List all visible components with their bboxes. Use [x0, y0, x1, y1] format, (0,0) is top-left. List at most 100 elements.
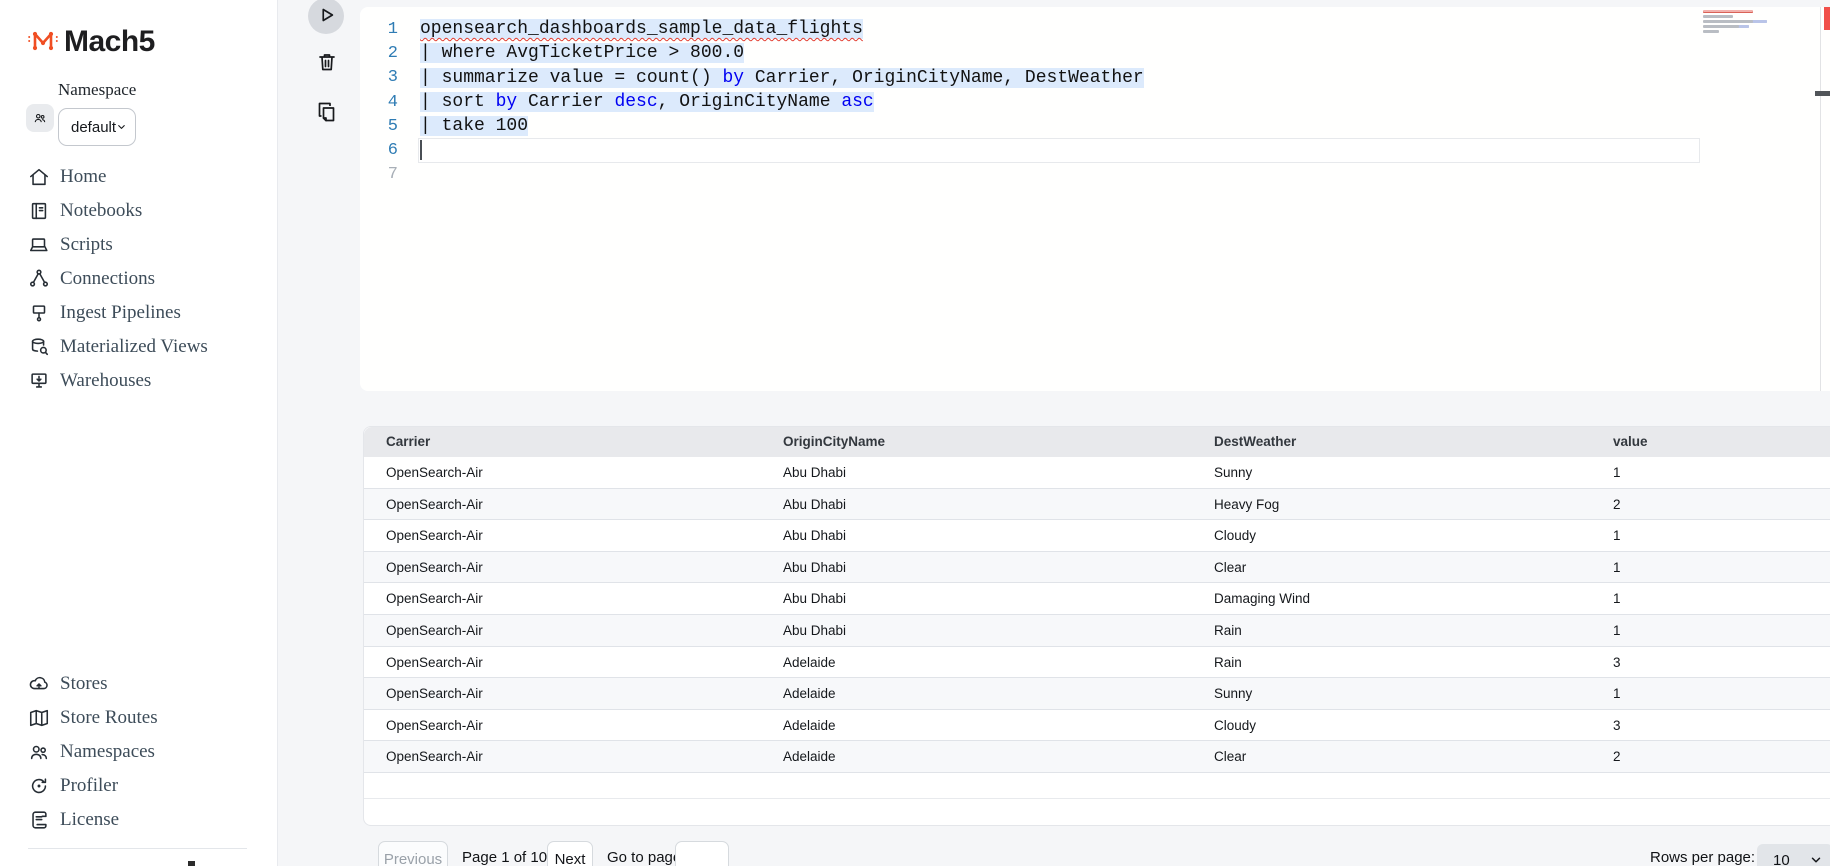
- code-text: opensearch_dashboards_sample_data_flight…: [420, 19, 863, 40]
- goto-page-input[interactable]: [675, 841, 729, 866]
- copy-query-button[interactable]: [315, 100, 339, 124]
- code-line-6[interactable]: 6: [360, 138, 1830, 163]
- code-text: | take 100: [420, 116, 529, 137]
- code-line-4[interactable]: 4 | sort by Carrier desc, OriginCityName …: [360, 90, 1830, 114]
- table-body: OpenSearch-Air Abu Dhabi Sunny 1 OpenSearch-…: [364, 457, 1830, 773]
- table-cell: 2: [1613, 749, 1621, 765]
- code-line-7[interactable]: 7: [360, 163, 1830, 187]
- license-icon: [28, 809, 50, 831]
- sidebar-divider: [28, 848, 247, 849]
- table-cell: Heavy Fog: [1214, 496, 1280, 512]
- table-row[interactable]: OpenSearch-Air Abu Dhabi Heavy Fog 2: [364, 488, 1830, 521]
- code-token: | where AvgTicketPrice > 800.0: [420, 43, 745, 64]
- query-editor[interactable]: 1 opensearch_dashboards_sample_data_fligh…: [360, 7, 1830, 391]
- table-cell: Sunny: [1214, 465, 1253, 480]
- table-cell: 1: [1613, 622, 1621, 638]
- code-text: | where AvgTicketPrice > 800.0: [420, 43, 745, 64]
- table-row[interactable]: OpenSearch-Air Adelaide Clear 2: [364, 741, 1830, 773]
- rows-per-page-label: Rows per page:: [1650, 849, 1756, 866]
- column-header-origincityname[interactable]: OriginCityName: [761, 427, 1192, 457]
- sidebar-item-scripts[interactable]: Scripts: [0, 228, 278, 262]
- minimap-error-line: [1703, 10, 1753, 13]
- table-cell: Abu Dhabi: [783, 496, 847, 512]
- table-cell: Cloudy: [1214, 717, 1257, 733]
- editor-minimap[interactable]: [1703, 10, 1815, 106]
- code-line-2[interactable]: 2 | where AvgTicketPrice > 800.0: [360, 41, 1830, 65]
- code-line-3[interactable]: 3 | summarize value = count() by Carrier,…: [360, 66, 1830, 90]
- code-token: , OriginCityName: [657, 92, 842, 113]
- stores-icon: [28, 673, 50, 695]
- sidebar-item-materialized-views[interactable]: Materialized Views: [0, 330, 278, 364]
- namespace-select[interactable]: default: [58, 108, 136, 146]
- table-row[interactable]: OpenSearch-Air Abu Dhabi Clear 1: [364, 551, 1830, 584]
- next-page-button[interactable]: Next: [547, 841, 593, 866]
- table-cell: 1: [1613, 559, 1621, 575]
- line-number: 5: [387, 116, 398, 136]
- table-cell: 1: [1613, 528, 1621, 544]
- line-number: 1: [387, 19, 398, 39]
- previous-page-button[interactable]: Previous: [378, 841, 448, 866]
- table-cell: Damaging Wind: [1214, 591, 1311, 607]
- play-icon: [315, 4, 337, 29]
- code-line-1[interactable]: 1 opensearch_dashboards_sample_data_fligh…: [360, 17, 1830, 41]
- column-header-carrier[interactable]: Carrier: [364, 427, 761, 457]
- table-row[interactable]: OpenSearch-Air Abu Dhabi Damaging Wind 1: [364, 583, 1830, 615]
- code-token: | summarize value = count(): [420, 67, 723, 88]
- rows-per-page-select[interactable]: 10: [1757, 844, 1830, 866]
- ingest-pipelines-icon: [28, 302, 50, 324]
- line-number: 3: [387, 68, 398, 88]
- code-text: | summarize value = count() by Carrier, …: [420, 67, 1144, 88]
- sidebar-item-connections[interactable]: Connections: [0, 262, 278, 296]
- connections-icon: [28, 268, 50, 290]
- column-header-value[interactable]: value: [1591, 427, 1830, 457]
- sidebar-item-profiler[interactable]: Profiler: [0, 769, 278, 803]
- sidebar-item-home[interactable]: Home: [0, 160, 278, 194]
- keyword-token: by: [495, 92, 518, 113]
- table-row[interactable]: OpenSearch-Air Adelaide Cloudy 3: [364, 710, 1830, 742]
- sidebar-item-namespaces[interactable]: Namespaces: [0, 735, 278, 769]
- table-row[interactable]: OpenSearch-Air Abu Dhabi Rain 1: [364, 614, 1830, 647]
- table-footer-divider: [364, 798, 1830, 799]
- code-token: Carrier, OriginCityName, DestWeather: [744, 67, 1144, 88]
- table-cell: OpenSearch-Air: [386, 591, 483, 607]
- sidebar-nav-bottom: Stores Store Routes Namespaces Profiler Lice…: [0, 667, 278, 837]
- results-table: Carrier OriginCityName DestWeather value Op…: [363, 426, 1830, 826]
- table-row[interactable]: OpenSearch-Air Adelaide Rain 3: [364, 647, 1830, 679]
- table-cell: 3: [1613, 654, 1621, 670]
- table-cell: OpenSearch-Air: [386, 654, 483, 670]
- table-cell: Abu Dhabi: [783, 622, 847, 638]
- code-line-5[interactable]: 5 | take 100: [360, 114, 1830, 138]
- sidebar-item-notebooks[interactable]: Notebooks: [0, 194, 278, 228]
- run-query-button[interactable]: [308, 0, 344, 34]
- line-number: 7: [387, 165, 398, 185]
- table-cell: OpenSearch-Air: [386, 528, 483, 544]
- profiler-icon: [28, 775, 50, 797]
- sidebar-item-warehouses[interactable]: Warehouses: [0, 364, 278, 398]
- table-cell: OpenSearch-Air: [386, 749, 483, 765]
- sidebar-item-label: Store Routes: [60, 707, 158, 728]
- sidebar-item-label: Connections: [60, 268, 155, 289]
- sidebar-item-label: Namespaces: [60, 741, 155, 762]
- sidebar-item-ingest-pipelines[interactable]: Ingest Pipelines: [0, 296, 278, 330]
- code-token: | sort: [420, 92, 496, 113]
- table-cell: Adelaide: [783, 717, 836, 733]
- table-cell: 2: [1613, 496, 1621, 512]
- table-row[interactable]: OpenSearch-Air Adelaide Sunny 1: [364, 678, 1830, 710]
- sidebar-item-stores[interactable]: Stores: [0, 667, 278, 701]
- column-header-destweather[interactable]: DestWeather: [1192, 427, 1591, 457]
- table-cell: Adelaide: [783, 749, 836, 765]
- delete-query-button[interactable]: [315, 50, 339, 74]
- chevron-down-icon: [1811, 857, 1821, 863]
- current-line-highlight: [418, 138, 1700, 163]
- table-cell: Abu Dhabi: [783, 559, 847, 575]
- sidebar-item-label: Stores: [60, 673, 108, 694]
- table-cell: Clear: [1214, 749, 1247, 765]
- table-cell: OpenSearch-Air: [386, 622, 483, 638]
- table-cell: Adelaide: [783, 686, 836, 702]
- table-cell: Clear: [1214, 559, 1247, 575]
- table-row[interactable]: OpenSearch-Air Abu Dhabi Sunny 1: [364, 457, 1830, 489]
- sidebar-item-license[interactable]: License: [0, 803, 278, 837]
- sidebar-item-store-routes[interactable]: Store Routes: [0, 701, 278, 735]
- table-row[interactable]: OpenSearch-Air Abu Dhabi Cloudy 1: [364, 520, 1830, 552]
- code-area[interactable]: 1 opensearch_dashboards_sample_data_fligh…: [360, 17, 1830, 187]
